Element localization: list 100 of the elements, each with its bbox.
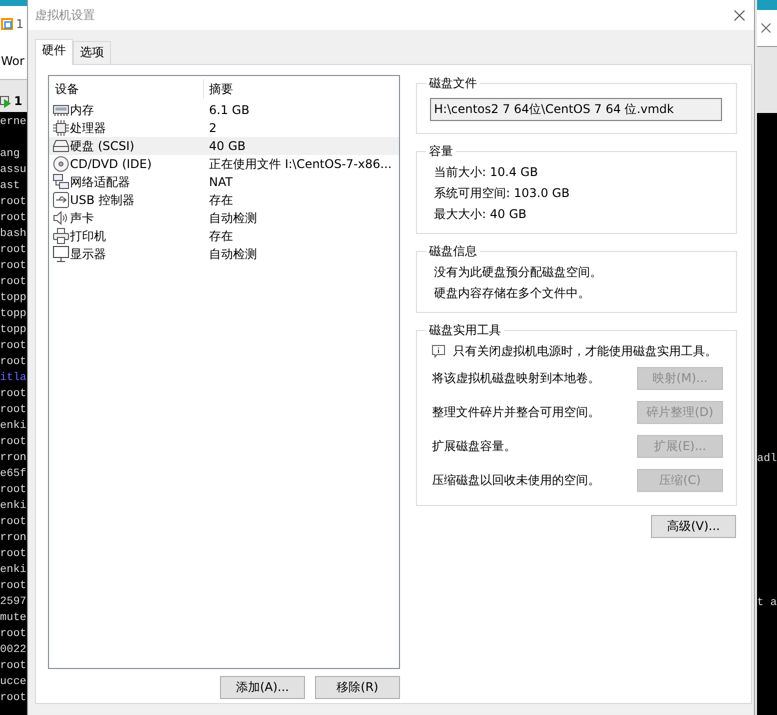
action-description: 将该虚拟机磁盘映射到本地卷。	[432, 370, 600, 386]
terminal-line: root	[0, 436, 26, 448]
terminal-line: enki	[0, 420, 26, 432]
terminal-line: root	[0, 580, 26, 592]
device-row[interactable]: 内存 6.1 GB	[49, 101, 399, 119]
terminal-line: enki	[0, 564, 26, 576]
device-row[interactable]: 硬盘 (SCSI) 40 GB	[49, 137, 399, 155]
device-row[interactable]: 网络适配器 NAT	[49, 173, 399, 191]
group-title: 磁盘文件	[428, 75, 478, 92]
terminal-line: e65f	[0, 468, 26, 480]
terminal-line: topp	[0, 292, 26, 304]
group-title: 磁盘实用工具	[428, 322, 502, 339]
terminal-line: 0022	[0, 644, 26, 656]
terminal-line: itla	[0, 372, 26, 384]
device-summary: 自动检测	[209, 210, 257, 226]
device-name: 网络适配器	[70, 174, 130, 190]
terminal-line: root	[0, 388, 26, 400]
terminal-line: root	[0, 404, 26, 416]
info-icon	[432, 344, 445, 358]
close-icon[interactable]	[761, 23, 771, 33]
terminal-line: root	[0, 548, 26, 560]
terminal-line: root	[0, 356, 26, 368]
terminal-line: root	[0, 260, 26, 272]
network-icon	[53, 174, 69, 190]
terminal-line: root	[0, 196, 26, 208]
tab[interactable]: 硬件	[35, 39, 73, 65]
device-summary: 自动检测	[209, 246, 257, 262]
terminal-line: topp	[0, 324, 26, 336]
terminal-line: root	[0, 692, 26, 704]
device-name: CD/DVD (IDE)	[70, 157, 152, 171]
terminal-line: root	[0, 340, 26, 352]
terminal-line: enki	[0, 500, 26, 512]
terminal-line: mute	[0, 612, 26, 624]
terminal-line: adl	[757, 453, 777, 465]
terminal-line: root	[0, 212, 26, 224]
device-row[interactable]: CD/DVD (IDE) 正在使用文件 I:\CentOS-7-x86...	[49, 155, 399, 173]
device-summary: 正在使用文件 I:\CentOS-7-x86...	[209, 156, 392, 172]
device-row[interactable]: 打印机 存在	[49, 227, 399, 245]
terminal-line: root	[0, 276, 26, 288]
device-name: 内存	[70, 102, 94, 118]
terminal-line: root	[0, 516, 26, 528]
group-title: 容量	[428, 143, 454, 160]
terminal-line: ucce	[0, 676, 26, 688]
vm-tab[interactable]: 1	[0, 80, 27, 112]
window-tab-label[interactable]: 1	[16, 17, 24, 31]
device-name: 显示器	[70, 246, 106, 262]
chip-icon	[53, 120, 69, 136]
device-name: 打印机	[70, 228, 106, 244]
info-text: 没有为此硬盘预分配磁盘空间。	[433, 264, 603, 281]
play-icon	[0, 96, 12, 108]
action-description: 整理文件碎片并整合可用空间。	[432, 404, 600, 420]
window-title-bar	[757, 0, 777, 10]
device-summary: 存在	[209, 192, 233, 208]
device-summary: 6.1 GB	[209, 103, 250, 117]
speaker-icon	[53, 211, 69, 225]
logo-icon	[1, 18, 13, 30]
capacity-text: 系统可用空间: 103.0 GB	[433, 185, 571, 202]
terminal-line: root	[0, 484, 26, 496]
capacity-text: 最大大小: 40 GB	[433, 206, 528, 223]
printer-icon	[53, 228, 69, 244]
device-row[interactable]: 显示器 自动检测	[49, 245, 399, 263]
terminal-line: ast	[0, 180, 20, 192]
terminal-line: rron	[0, 452, 26, 464]
device-row[interactable]: 处理器 2	[49, 119, 399, 137]
info-text: 硬盘内容存储在多个文件中。	[433, 285, 591, 302]
column-header[interactable]: 设备	[49, 78, 204, 98]
tab[interactable]: 选项	[73, 41, 111, 64]
terminal-line: erne	[0, 116, 26, 128]
monitor-icon	[53, 246, 69, 262]
memory-icon	[53, 104, 69, 116]
group-title: 磁盘信息	[428, 243, 478, 260]
device-name: 硬盘 (SCSI)	[70, 138, 134, 154]
action-description: 扩展磁盘容量。	[432, 438, 516, 454]
device-summary: 2	[209, 121, 217, 135]
terminal-line: 2597	[0, 596, 26, 608]
device-name: 处理器	[70, 120, 106, 136]
device-summary: 存在	[209, 228, 233, 244]
terminal-line: ang	[0, 148, 20, 160]
terminal-line: rron	[0, 532, 26, 544]
terminal-line: root	[0, 244, 26, 256]
terminal-line: topp	[0, 308, 26, 320]
device-summary: 40 GB	[209, 139, 246, 153]
menu-item[interactable]: Wor	[0, 54, 24, 68]
column-header[interactable]: 摘要	[204, 78, 399, 98]
capacity-text: 当前大小: 10.4 GB	[433, 164, 539, 181]
terminal-line: bash	[0, 228, 26, 240]
terminal-line: t a	[757, 597, 777, 609]
device-summary: NAT	[209, 175, 233, 189]
device-name: USB 控制器	[70, 192, 134, 208]
list-action-button[interactable]: 移除(R)	[315, 676, 400, 699]
note-text: 只有关闭虚拟机电源时，才能使用磁盘实用工具。	[453, 342, 717, 360]
close-icon[interactable]	[734, 10, 745, 20]
device-row[interactable]: 声卡 自动检测	[49, 209, 399, 227]
device-name: 声卡	[70, 210, 94, 226]
disk-file-field[interactable]: H:\centos2 7 64位\CentOS 7 64 位.vmdk	[430, 98, 722, 121]
device-row[interactable]: USB 控制器 存在	[49, 191, 399, 209]
terminal-line: assu	[0, 164, 26, 176]
usb-icon	[53, 192, 69, 208]
advanced-button[interactable]: 高级(V)...	[651, 515, 736, 538]
list-action-button[interactable]: 添加(A)...	[220, 676, 305, 699]
